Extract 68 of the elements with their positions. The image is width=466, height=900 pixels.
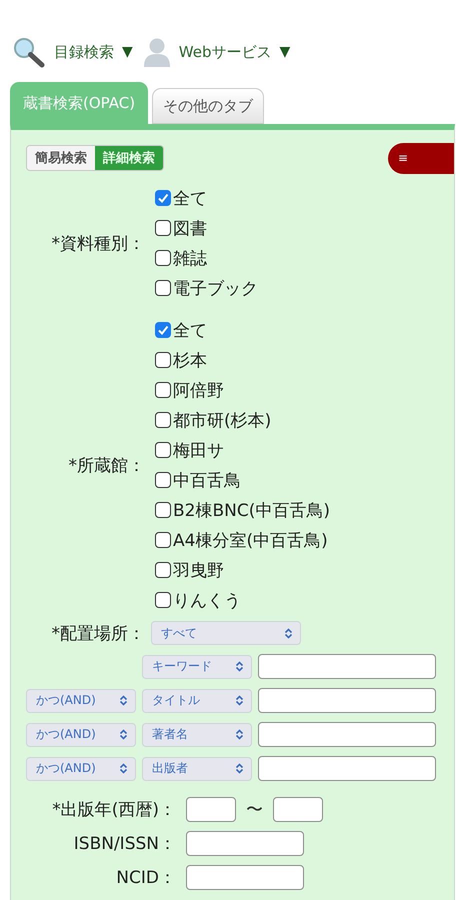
- caret-icon: ▼: [122, 44, 133, 60]
- field-label: *出版年(西暦)：: [52, 799, 176, 821]
- user-icon: [142, 37, 171, 67]
- checkbox-label[interactable]: 全て: [173, 186, 207, 210]
- chevron-icon: [284, 628, 293, 638]
- search-icon: [12, 36, 46, 68]
- nav-menu-link[interactable]: Webサービス: [178, 42, 272, 62]
- chevron-icon: [119, 729, 128, 740]
- checkbox[interactable]: [155, 382, 171, 398]
- field-label: *配置場所：: [52, 622, 145, 644]
- input-field[interactable]: [258, 654, 436, 679]
- field-label: *資料種別：: [52, 232, 145, 254]
- field-label: NCID：: [116, 867, 176, 889]
- checkbox-label[interactable]: B2棟BNC(中百舌鳥): [173, 498, 330, 522]
- checkbox[interactable]: [155, 472, 171, 488]
- dropdown[interactable]: かつ(AND): [26, 722, 136, 746]
- chevron-icon: [119, 695, 128, 706]
- chevron-icon: [235, 763, 244, 774]
- chevron-icon: [235, 729, 244, 740]
- input-field[interactable]: [258, 756, 436, 781]
- range-separator: 〜: [246, 799, 263, 821]
- caret-icon: ▼: [279, 44, 290, 60]
- field-label: *所蔵館：: [68, 454, 145, 476]
- input-field[interactable]: [273, 797, 323, 822]
- input-field[interactable]: [258, 722, 436, 747]
- checkbox[interactable]: [155, 412, 171, 428]
- input-field[interactable]: [258, 688, 436, 713]
- checkbox[interactable]: [155, 190, 171, 206]
- mode-tab[interactable]: 簡易検索: [27, 146, 95, 170]
- checkbox[interactable]: [155, 532, 171, 548]
- checkbox-label[interactable]: 杉本: [173, 348, 207, 372]
- dropdown[interactable]: すべて: [151, 621, 301, 645]
- checkbox[interactable]: [155, 502, 171, 518]
- chevron-icon: [235, 695, 244, 706]
- checkbox[interactable]: [155, 322, 171, 338]
- checkbox-label[interactable]: 羽曳野: [173, 558, 224, 582]
- nav-menu-link[interactable]: 目録検索: [54, 42, 114, 62]
- checkbox-label[interactable]: りんくう: [173, 588, 241, 612]
- checkbox-label[interactable]: 中百舌鳥: [173, 468, 241, 492]
- dropdown[interactable]: キーワード: [142, 654, 252, 678]
- checkbox-label[interactable]: 梅田サ: [173, 438, 224, 462]
- checkbox[interactable]: [155, 442, 171, 458]
- checkbox-label[interactable]: 阿倍野: [173, 378, 224, 402]
- checkbox[interactable]: [155, 562, 171, 578]
- field-label: ISBN/ISSN：: [74, 833, 176, 855]
- dropdown[interactable]: 出版者: [142, 756, 252, 780]
- chevron-icon: [235, 661, 244, 672]
- dropdown[interactable]: かつ(AND): [26, 688, 136, 712]
- input-field[interactable]: [186, 831, 304, 856]
- checkbox[interactable]: [155, 250, 171, 266]
- checkbox[interactable]: [155, 352, 171, 368]
- checkbox-label[interactable]: 図書: [173, 216, 207, 240]
- input-field[interactable]: [186, 865, 304, 890]
- checkbox-label[interactable]: 全て: [173, 318, 207, 342]
- dropdown[interactable]: かつ(AND): [26, 756, 136, 780]
- checkbox[interactable]: [155, 280, 171, 296]
- dropdown[interactable]: 著者名: [142, 722, 252, 746]
- dropdown[interactable]: タイトル: [142, 688, 252, 712]
- chevron-icon: [119, 763, 128, 774]
- menu-button[interactable]: ≡: [388, 142, 454, 174]
- checkbox-label[interactable]: 都市研(杉本): [173, 408, 272, 432]
- checkbox-label[interactable]: 電子ブック: [173, 276, 258, 300]
- checkbox-label[interactable]: 雑誌: [173, 246, 207, 270]
- checkbox[interactable]: [155, 220, 171, 236]
- checkbox[interactable]: [155, 592, 171, 608]
- input-field[interactable]: [186, 797, 236, 822]
- checkbox-label[interactable]: A4棟分室(中百舌鳥): [173, 528, 328, 552]
- tab[interactable]: その他のタブ: [152, 88, 264, 124]
